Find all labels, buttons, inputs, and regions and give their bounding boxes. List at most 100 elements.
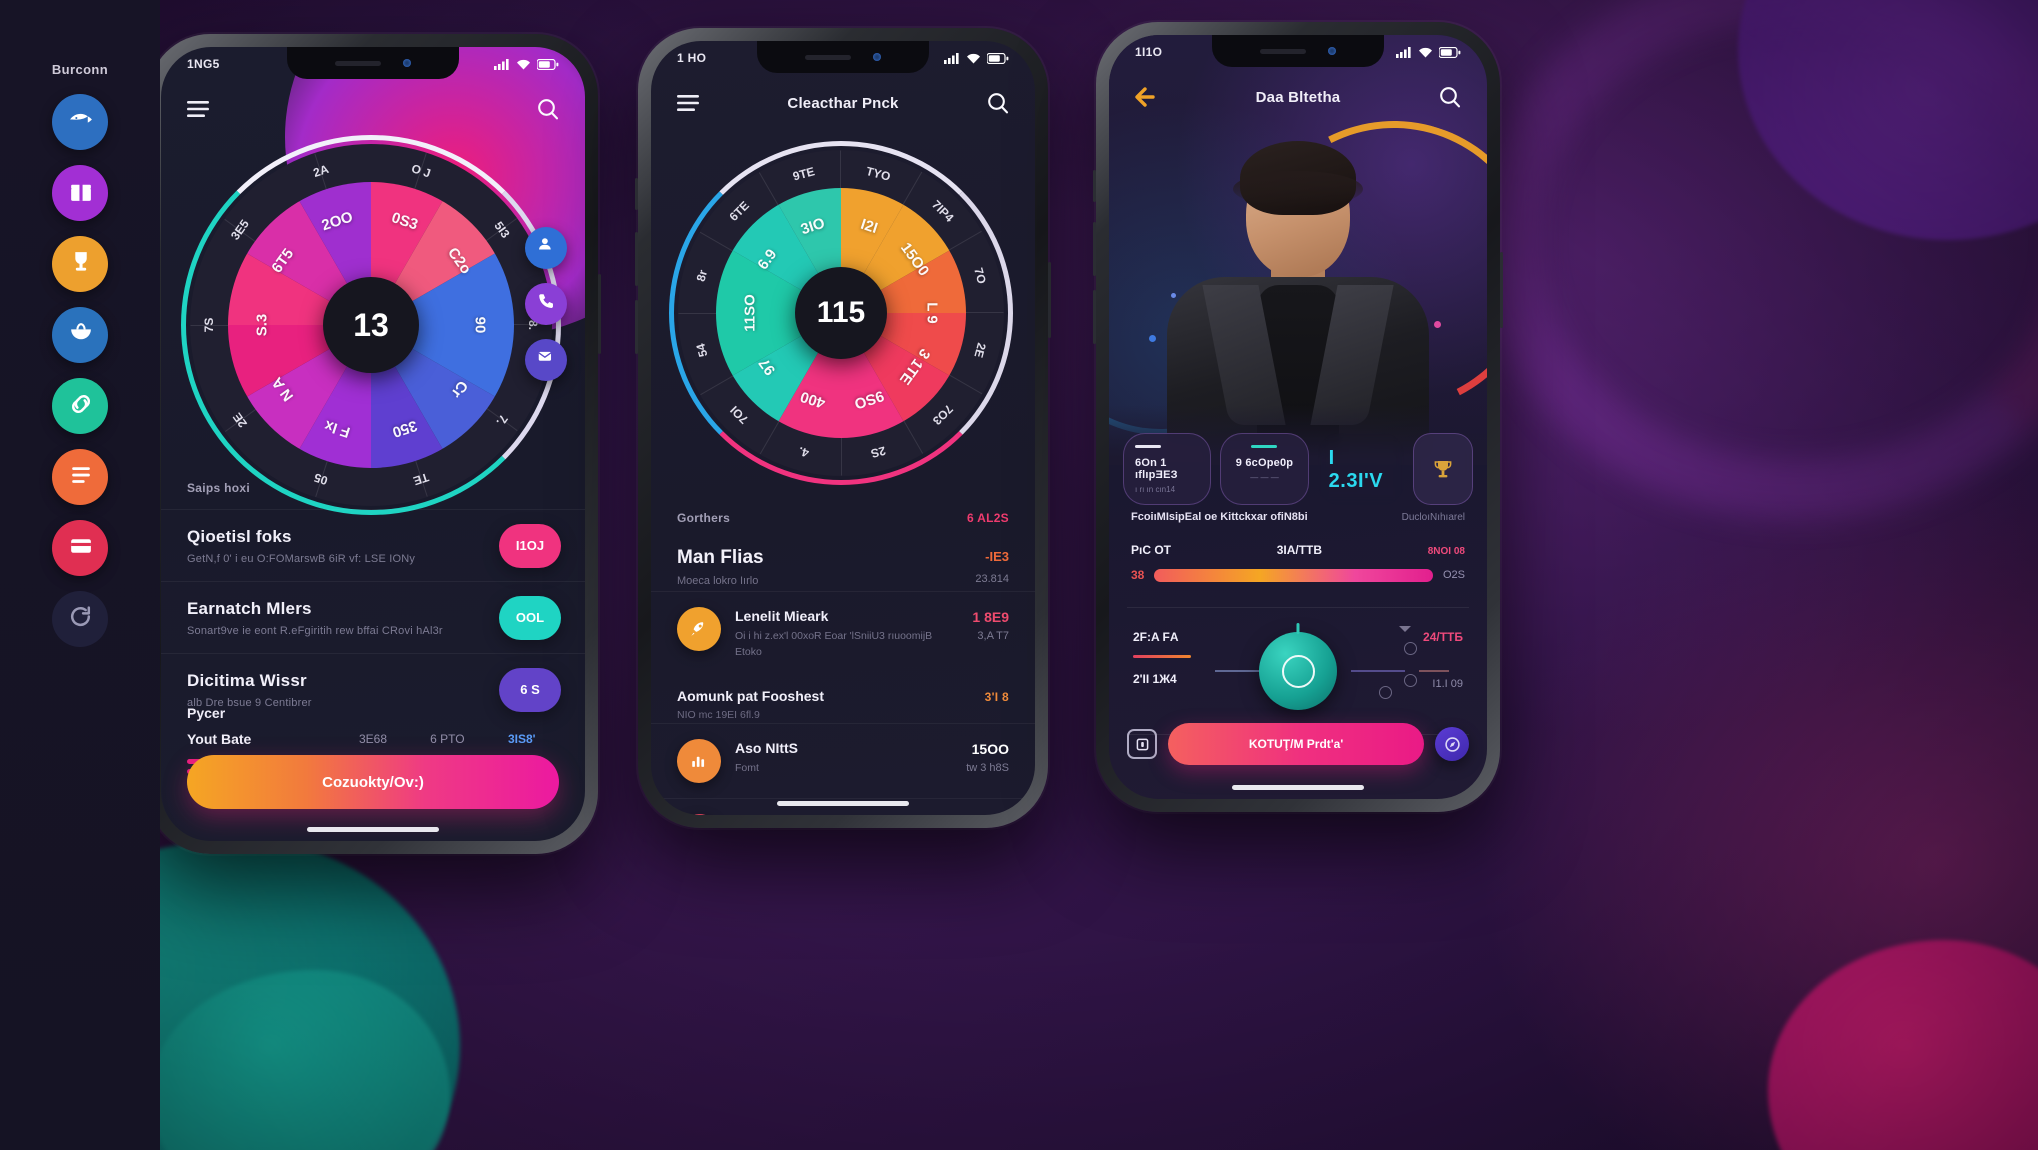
fab-phone[interactable] [525,283,567,325]
knob-left-b: 2'IІ 1Ж4 [1133,672,1177,686]
signal-icon [944,52,959,64]
phone2-list: Man Flias Moeca lokro Iırlo -IE3 23.814 Lene… [651,539,1035,815]
phone3-card-badge[interactable] [1412,433,1473,505]
sidebar-item-4[interactable] [52,307,108,363]
phone1-status-bar: 1NG5 [161,47,585,81]
phone3-progress-slider[interactable] [1154,568,1433,582]
user-icon [536,235,557,261]
phone2-screen: 1 HO Cleacthar Pnck TYO 7IP4 7O 2E 7O3 2S 4. 7O… [651,41,1035,815]
search-icon[interactable] [533,94,563,124]
phone1-cta-button[interactable]: Cozuokty/Ov:) [187,755,559,809]
link-icon [71,395,90,414]
hamburger-menu-icon[interactable] [183,94,213,124]
rocket-icon [677,607,721,651]
phone3-cta-button[interactable]: KOTUŢ/M Prdt'a' [1168,723,1424,765]
phone3-card-left[interactable]: 6On 1 ıflıpƎEЗ ı rı ın cın14 [1123,433,1212,505]
status-time: 1I1O [1135,45,1163,59]
status-icons [944,52,1009,64]
phone2-list-item[interactable]: Lenelit Mieark Oi i hi z.ex'l 00xoR Eoar … [651,591,1035,676]
sidebar-item-1[interactable] [52,94,108,150]
phone3-home-indicator[interactable] [1232,785,1364,790]
phone3-mute-button[interactable] [1093,170,1096,202]
fab-mail[interactable] [525,339,567,381]
phone1-power-button[interactable] [598,274,601,354]
knob-left-labels: 2F:A FА 2'IІ 1Ж4 [1133,630,1191,686]
phone1-radial-chart[interactable]: O J 5I3 8. 7. TE 05 2E 7S 3E5 2A 0S3 C2o 90 Cr 350 F Ix… [175,129,567,521]
list-item-badge[interactable]: OOL [499,595,561,640]
card-mid-tick [1251,445,1278,448]
phone3-power-button[interactable] [1500,252,1503,328]
phone3-volume-up[interactable] [1093,222,1096,276]
phone1-stats-value-1: 3E68 [358,732,387,746]
list-item-secondary-value: tw 3 h8S [966,761,1009,774]
knob-right-labels: 24/TTБ I1.I 09 [1423,630,1463,690]
sidebar-item-8[interactable] [52,591,108,647]
battery-icon [987,52,1009,64]
sidebar-item-6[interactable] [52,449,108,505]
sidebar-item-5[interactable] [52,378,108,434]
search-icon[interactable] [983,88,1013,118]
wallet-icon[interactable] [1127,729,1157,759]
subsection-title: Aomunk pat Fooshest [677,687,825,704]
sidebar-item-3[interactable] [52,236,108,292]
phone1-list: Qioetisl foks GetN,f 0' i eu O:FOMarswB 6… [161,509,585,725]
phone3-meta-row: FcoiıMIsipEal oe Kittckxar ofiN8bi Duclo… [1131,511,1465,523]
phone3-meta-left: FcoiıMIsipEal oe Kittckxar ofiN8bi [1131,511,1308,523]
phone2-mute-button[interactable] [635,178,638,210]
list-item-title: Aso NIttS [735,739,798,756]
phone3-bottom-bar: KOTUŢ/M Prdt'a' [1127,723,1469,765]
phone3-slider-section: PıC OT 3IA/TTB 8NOІ 08 38 O2S [1131,543,1465,582]
knob-dot-1[interactable] [1404,642,1417,655]
knob-dot-3[interactable] [1379,686,1392,699]
fab-user[interactable] [525,227,567,269]
trophy-icon [74,252,87,271]
list-item-value: 1 8E9 [972,609,1009,625]
compass-icon[interactable] [1435,727,1469,761]
phone2-radial-chart[interactable]: TYO 7IP4 7O 2E 7O3 2S 4. 7OI 54 8r 6TE 9TE I2I 15O0 L … [663,135,1019,491]
phone1-stats-value-2: 6 PTO [430,732,465,746]
list-item-badge[interactable]: I1OJ [499,523,561,568]
trophy-icon [1434,460,1452,477]
phone1-floating-actions [525,227,567,395]
list-item-title: Ciib Othpiigne DIE Ealart ronec [735,815,987,816]
portrait-hair [1233,141,1363,215]
list-icon [67,461,94,493]
phone1-list-item[interactable]: Qioetisl foks GetN,f 0' i eu O:FOMarswB 6… [161,509,585,581]
phone3-volume-down[interactable] [1093,290,1096,344]
card-icon [67,532,94,564]
trophy-icon [67,248,94,280]
phone2-app-bar: Cleacthar Pnck [651,79,1035,127]
sidebar-item-2[interactable] [52,165,108,221]
phone1-list-item[interactable]: Earnatch Mlers Sonart9ve ie eont R.eFgiri… [161,581,585,653]
phone1-home-indicator[interactable] [307,827,439,832]
refresh-icon [67,603,94,635]
search-icon[interactable] [1435,82,1465,112]
list-item-value: 15OO [971,740,1009,757]
phone-mockup-1: 1NG5 O J 5I3 8. 7. TE 05 2E 7S 3E5 2A 0S3 C2o 90 Cr 35… [145,34,601,854]
phone2-power-button[interactable] [1048,262,1051,338]
knob-right-b: I1.I 09 [1432,678,1463,690]
hamburger-menu-icon[interactable] [673,88,703,118]
knob-dot-2[interactable] [1404,674,1417,687]
phone2-list-item[interactable]: Aso NIttS Fomt 15OO tw 3 h8S [651,722,1035,798]
phone2-home-indicator[interactable] [777,801,909,806]
rotary-knob[interactable] [1259,623,1337,710]
back-arrow-icon[interactable] [1131,82,1161,112]
knob-dots [1404,642,1417,706]
phone1-stats-value-3: 3IS8' [508,732,536,746]
status-time: 1 HO [677,51,707,65]
sidebar-item-7[interactable] [52,520,108,576]
list-item-subtitle: Oi i hi z.ex'l 00xoR Eoar 'lSniiU3 rıuoo… [735,630,933,658]
user-icon [538,238,551,250]
knob-track-left [1215,670,1265,672]
phone2-volume-down[interactable] [635,300,638,354]
phone3-card-mid[interactable]: 9 6сOрe0р — — — [1220,433,1309,505]
dial-inner-label: 11SO [741,294,759,332]
header-amount: -IE3 [985,549,1009,564]
phone3-metric-value: I 2.3I'V [1328,446,1384,492]
link-icon [67,390,94,422]
knob-track-right [1351,670,1405,672]
phone2-volume-up[interactable] [635,232,638,286]
slider-label-a: PıC OT [1131,543,1172,557]
phone2-subsection: Aomunk pat Fooshest NIO mc 19EI 6fl.9 [651,676,1035,723]
